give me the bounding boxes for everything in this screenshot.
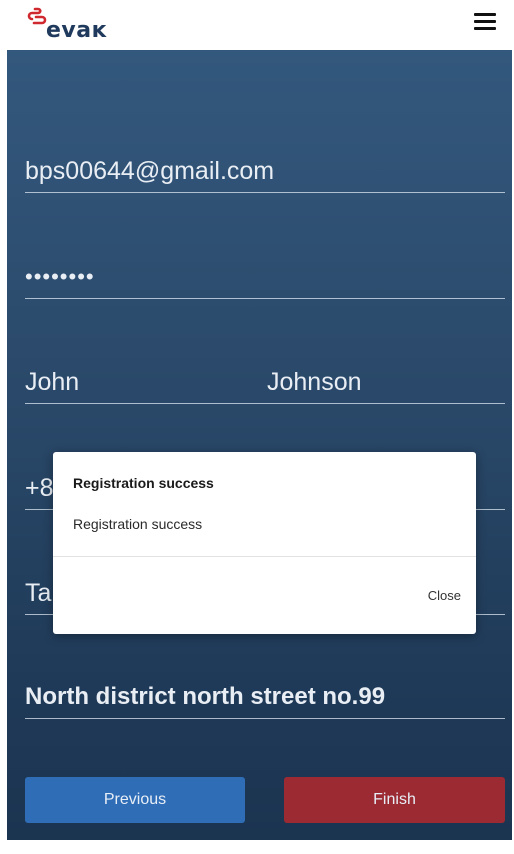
- menu-bar: [474, 20, 496, 23]
- app-header: evaĸ: [0, 0, 514, 50]
- registration-success-dialog: Registration success Registration succes…: [53, 452, 476, 634]
- menu-bar: [474, 27, 496, 30]
- address-value: North district north street no.99: [25, 683, 386, 710]
- email-value: bps00644@gmail.com: [25, 157, 275, 185]
- city-value: Ta: [25, 579, 52, 607]
- finish-button[interactable]: Finish: [284, 777, 505, 823]
- previous-button[interactable]: Previous: [25, 777, 245, 823]
- password-value: ••••••••: [25, 264, 95, 289]
- first-name-field[interactable]: John: [25, 367, 79, 397]
- menu-bar: [474, 13, 496, 16]
- registration-form: bps00644@gmail.com •••••••• John Johnson…: [7, 50, 512, 840]
- name-fields: John Johnson: [25, 360, 505, 404]
- dialog-message: Registration success: [73, 516, 203, 532]
- close-button[interactable]: Close: [428, 588, 461, 603]
- email-field[interactable]: bps00644@gmail.com: [25, 148, 505, 193]
- evak-logo[interactable]: evaĸ: [26, 6, 136, 46]
- hamburger-menu-icon[interactable]: [474, 13, 496, 31]
- last-name-field[interactable]: Johnson: [267, 367, 362, 397]
- logo-text: evaĸ: [46, 18, 107, 43]
- address-field[interactable]: North district north street no.99: [25, 675, 505, 719]
- phone-value: +8: [25, 474, 54, 502]
- dialog-divider: [53, 556, 476, 557]
- app-screen: evaĸ bps00644@gmail.com •••••••• John Jo…: [0, 0, 514, 854]
- password-field[interactable]: ••••••••: [25, 255, 505, 299]
- dialog-title: Registration success: [73, 475, 214, 491]
